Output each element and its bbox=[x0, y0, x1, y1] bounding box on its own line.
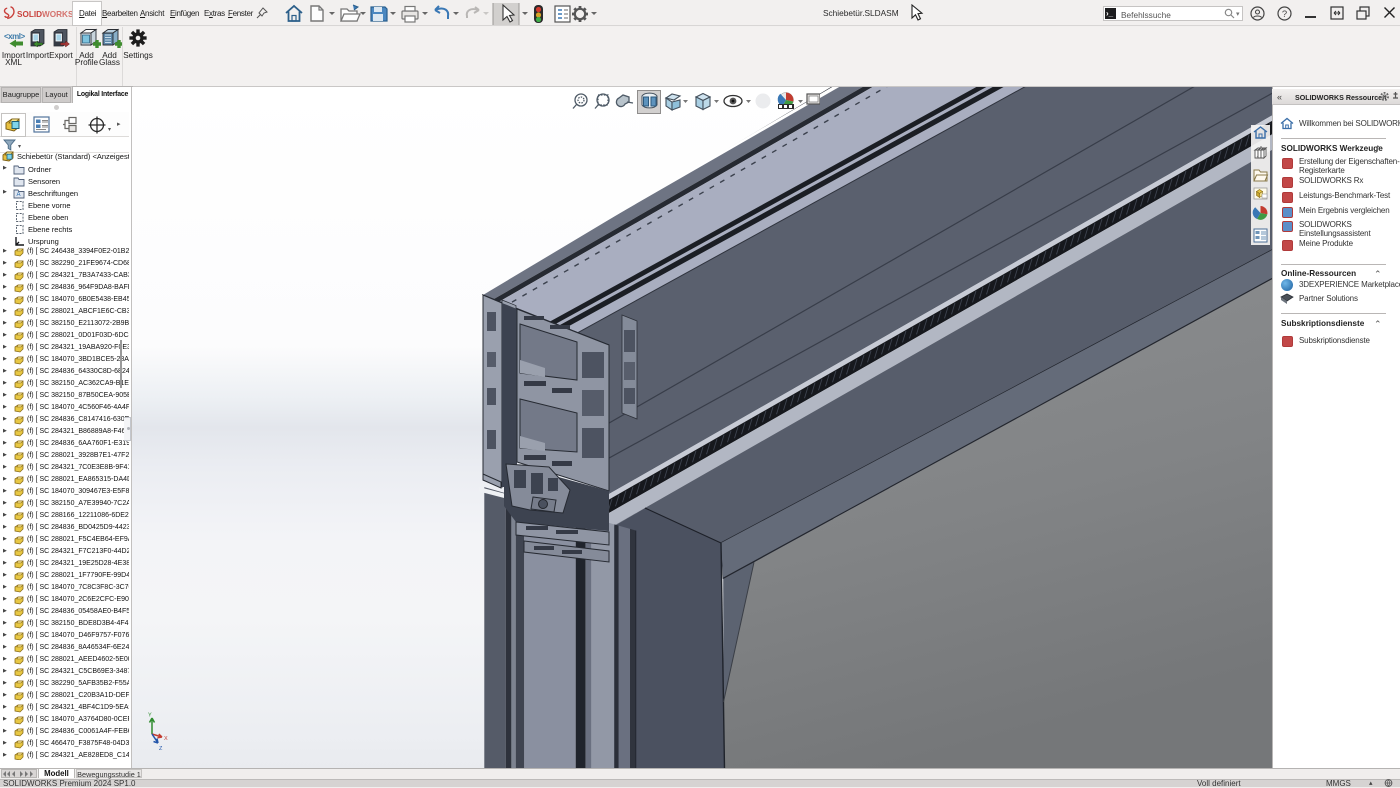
svg-text:A: A bbox=[16, 192, 20, 198]
svg-text:Y: Y bbox=[148, 713, 152, 719]
svg-text:X: X bbox=[164, 736, 168, 742]
svg-text:Z: Z bbox=[159, 746, 163, 752]
